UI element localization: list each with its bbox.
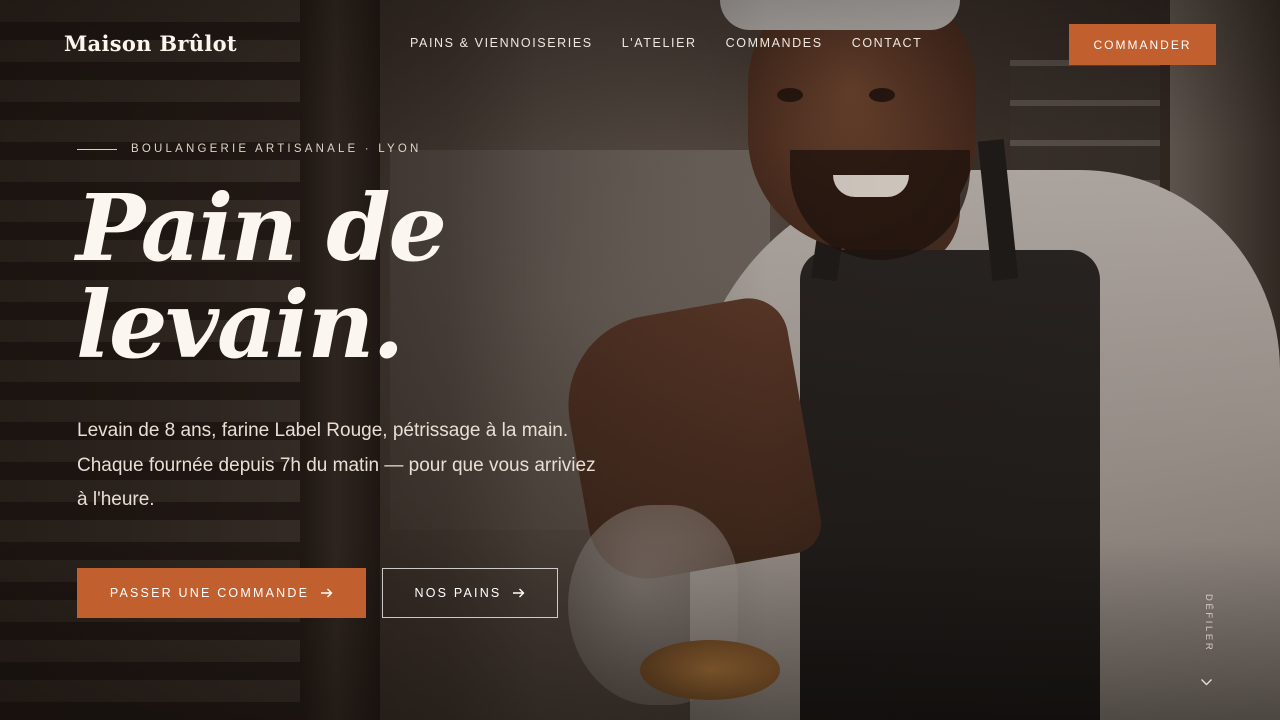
hero-eyebrow: BOULANGERIE ARTISANALE · LYON [77,143,422,155]
hero-headline: Pain de levain. [76,174,447,379]
nav-item-commandes[interactable]: COMMANDES [726,36,823,50]
arrow-right-icon [513,588,525,598]
arrow-right-icon [321,588,333,598]
chevron-down-icon[interactable] [1200,677,1213,687]
headline-line-1: Pain de [76,174,447,282]
scroll-label[interactable]: DÉFILER [1203,594,1214,652]
headline-line-2: levain. [76,271,404,379]
commander-button[interactable]: COMMANDER [1069,24,1216,65]
main-nav: PAINS & VIENNOISERIES L'ATELIER COMMANDE… [410,36,922,50]
eyebrow-text: BOULANGERIE ARTISANALE · LYON [131,143,422,155]
nav-item-pains-viennoiseries[interactable]: PAINS & VIENNOISERIES [410,36,593,50]
eyebrow-divider [77,148,117,150]
hero-description: Levain de 8 ans, farine Label Rouge, pét… [77,420,596,510]
site-logo[interactable]: Maison Brûlot [64,31,237,56]
primary-button-label: PASSER UNE COMMANDE [109,586,310,600]
secondary-button-label: NOS PAINS [414,586,502,600]
nav-item-atelier[interactable]: L'ATELIER [622,36,697,50]
nos-pains-button[interactable]: NOS PAINS [382,568,558,618]
nav-item-contact[interactable]: CONTACT [852,36,923,50]
site-header: Maison Brûlot PAINS & VIENNOISERIES L'AT… [0,0,1280,90]
passer-une-commande-button[interactable]: PASSER UNE COMMANDE [77,568,366,618]
